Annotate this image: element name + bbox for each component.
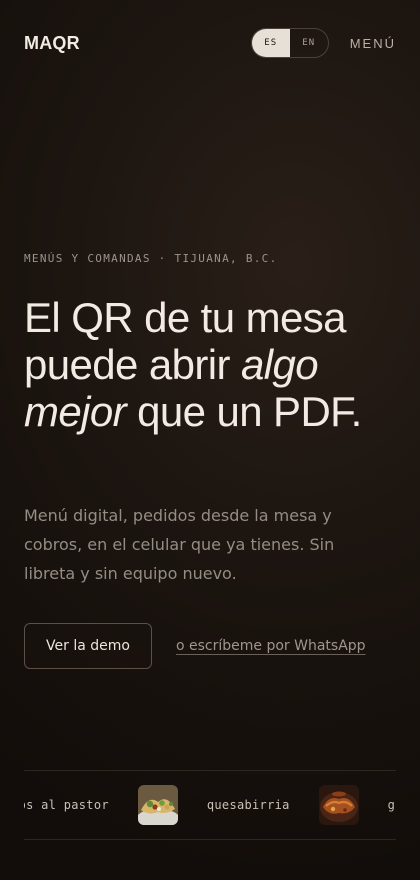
lang-es-button[interactable]: ES xyxy=(251,29,290,57)
marquee-track: tacos al pastor quesabirria xyxy=(24,771,396,839)
dish-marquee: tacos al pastor quesabirria xyxy=(24,770,396,840)
dish-name: tacos al pastor xyxy=(24,798,109,812)
hero-headline: El QR de tu mesa puede abrir algo mejor … xyxy=(24,294,396,435)
lang-en-button[interactable]: EN xyxy=(290,29,328,57)
header-controls: ES EN MENÚ xyxy=(250,28,396,58)
logo[interactable]: MAQR xyxy=(24,33,80,54)
headline-part2: que un PDF. xyxy=(137,388,362,435)
dish-name: quesabirria xyxy=(206,798,290,812)
eyebrow-text: MENÚS Y COMANDAS · TIJUANA, B.C. xyxy=(24,252,278,265)
language-toggle: ES EN xyxy=(250,28,329,58)
cta-row: Ver la demo o escríbeme por WhatsApp xyxy=(24,623,366,669)
quesabirria-photo-icon xyxy=(318,785,359,825)
whatsapp-link[interactable]: o escríbeme por WhatsApp xyxy=(176,638,366,654)
hero-subtext: Menú digital, pedidos desde la mesa y co… xyxy=(24,506,335,583)
demo-button[interactable]: Ver la demo xyxy=(24,623,152,669)
menu-button[interactable]: MENÚ xyxy=(350,36,396,51)
site-header: MAQR ES EN MENÚ xyxy=(24,28,396,58)
tacos-photo-icon xyxy=(137,785,178,825)
dish-name: guacamole xyxy=(387,798,396,812)
